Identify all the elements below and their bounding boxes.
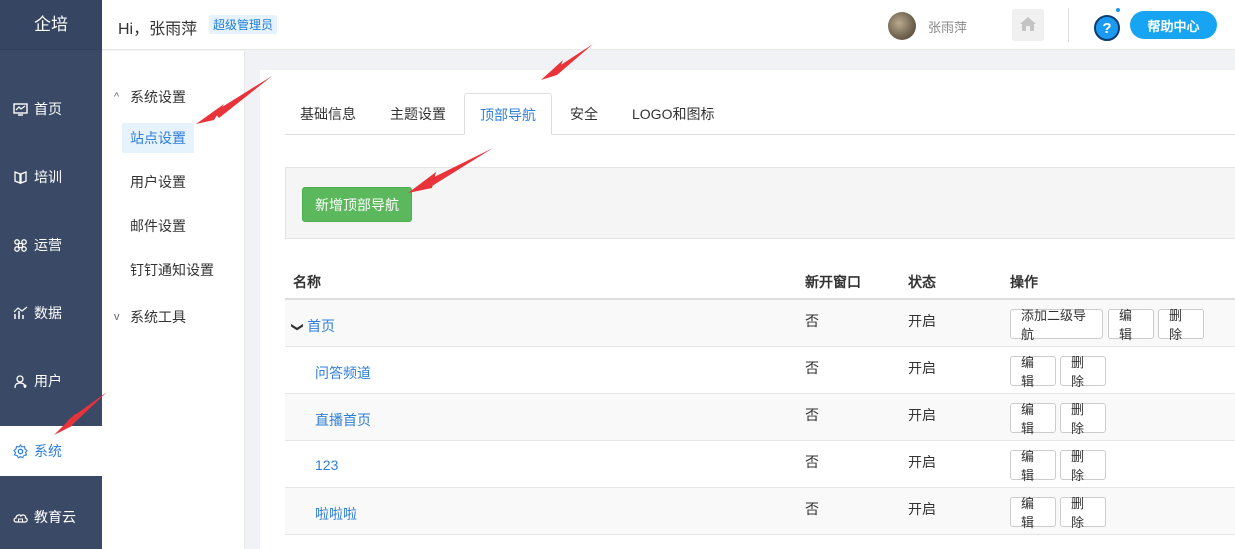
nav-name-link[interactable]: 首页 [307,318,335,334]
submenu-item-mail-settings[interactable]: 邮件设置 [122,211,194,241]
header-divider [1068,8,1069,42]
sidebar-item-label: 培训 [34,169,62,185]
chart-icon [12,305,28,321]
status-value: 开启 [908,313,936,329]
sidebar-item-users[interactable]: 用户 [0,356,102,406]
settings-tabs: 基础信息 主题设置 顶部导航 安全 LOGO和图标 [285,93,1235,135]
chevron-up-icon: ^ [114,91,120,103]
sidebar-item-label: 教育云 [34,509,76,525]
tab-top-nav[interactable]: 顶部导航 [464,93,552,135]
operation-icon [12,237,28,253]
column-header-actions: 操作 [1010,274,1038,290]
table-row: 123 否 开启 编辑 删除 [285,441,1235,488]
delete-button[interactable]: 删除 [1060,449,1106,483]
help-center-button[interactable]: 帮助中心 [1130,11,1217,39]
edit-button[interactable]: 编辑 [1108,308,1154,342]
submenu-item-dingtalk-settings[interactable]: 钉钉通知设置 [122,255,222,285]
submenu-group-system-tools[interactable]: v 系统工具 [114,307,186,327]
user-icon [12,373,28,389]
nav-name-cell: ❯ 首页 [291,316,335,336]
brand-logo: 企培 [0,0,102,50]
new-window-value: 否 [805,501,819,517]
sidebar-item-label: 首页 [34,101,62,117]
sidebar-item-label: 用户 [34,373,62,389]
submenu-group-label: 系统工具 [130,309,186,325]
new-window-value: 否 [805,313,819,329]
new-window-value: 否 [805,407,819,423]
table-row: 直播首页 否 开启 编辑 删除 [285,394,1235,441]
username-label[interactable]: 张雨萍 [928,17,967,36]
edit-button[interactable]: 编辑 [1010,496,1056,530]
new-window-value: 否 [805,454,819,470]
tab-basic-info[interactable]: 基础信息 [285,93,371,135]
sidebar-item-label: 系统 [34,443,62,459]
expand-chevron-icon[interactable]: ❯ [291,322,305,332]
add-top-nav-button[interactable]: 新增顶部导航 [302,187,412,222]
home-icon [1019,16,1037,35]
gear-icon [12,443,28,459]
table-row: ❯ 首页 否 开启 添加二级导航 编辑 删除 [285,300,1235,347]
dashboard-icon [12,101,28,117]
submenu-item-site-settings[interactable]: 站点设置 [122,123,194,153]
main-sidebar: 企培 首页 培训 运营 数据 用户 系统 教育云 [0,0,102,549]
action-toolbar: 新增顶部导航 [285,167,1235,239]
submenu-item-user-settings[interactable]: 用户设置 [122,167,194,197]
column-header-status: 状态 [908,274,936,290]
submenu-group-label: 系统设置 [130,89,186,105]
sidebar-item-operation[interactable]: 运营 [0,220,102,270]
training-icon [12,169,28,185]
tab-theme[interactable]: 主题设置 [375,93,461,135]
sidebar-item-training[interactable]: 培训 [0,152,102,202]
column-header-new-window: 新开窗口 [805,274,861,290]
help-question-icon[interactable]: ? [1094,15,1120,41]
chevron-down-icon: v [114,311,120,323]
help-dot-decoration [1116,8,1120,12]
status-value: 开启 [908,501,936,517]
table-row: 啦啦啦 否 开启 编辑 删除 [285,488,1235,535]
nav-name-link[interactable]: 直播首页 [315,410,371,430]
greeting-text: Hi，张雨萍 [118,21,198,38]
tab-logo-icons[interactable]: LOGO和图标 [617,93,729,135]
status-value: 开启 [908,360,936,376]
delete-button[interactable]: 删除 [1158,308,1204,342]
table-row: 问答频道 否 开启 编辑 删除 [285,347,1235,394]
nav-name-link[interactable]: 啦啦啦 [315,504,357,524]
top-header: Hi，张雨萍 超级管理员 张雨萍 ? 帮助中心 [102,0,1235,50]
edit-button[interactable]: 编辑 [1010,449,1056,483]
table-header: 名称 新开窗口 状态 操作 [285,262,1235,300]
main-panel: 基础信息 主题设置 顶部导航 安全 LOGO和图标 新增顶部导航 名称 新开窗口… [260,70,1235,549]
delete-button[interactable]: 删除 [1060,355,1106,389]
role-badge: 超级管理员 [209,15,278,34]
sidebar-item-label: 数据 [34,305,62,321]
add-subnav-button[interactable]: 添加二级导航 [1010,308,1103,342]
cloud-icon [12,509,28,525]
status-value: 开启 [908,454,936,470]
avatar[interactable] [888,12,916,40]
nav-name-link[interactable]: 123 [315,457,338,473]
sidebar-item-system[interactable]: 系统 [0,426,102,476]
status-value: 开启 [908,407,936,423]
sidebar-item-label: 运营 [34,237,62,253]
delete-button[interactable]: 删除 [1060,496,1106,530]
settings-submenu: ^ 系统设置 站点设置 用户设置 邮件设置 钉钉通知设置 v 系统工具 [102,51,245,549]
column-header-name: 名称 [293,274,321,290]
new-window-value: 否 [805,360,819,376]
sidebar-item-data[interactable]: 数据 [0,288,102,338]
edit-button[interactable]: 编辑 [1010,355,1056,389]
delete-button[interactable]: 删除 [1060,402,1106,436]
home-button[interactable] [1012,9,1044,41]
sidebar-item-edu-cloud[interactable]: 教育云 [0,492,102,542]
edit-button[interactable]: 编辑 [1010,402,1056,436]
sidebar-item-home[interactable]: 首页 [0,84,102,134]
tab-security[interactable]: 安全 [555,93,613,135]
nav-name-link[interactable]: 问答频道 [315,363,371,383]
submenu-group-system-settings[interactable]: ^ 系统设置 [114,87,186,107]
